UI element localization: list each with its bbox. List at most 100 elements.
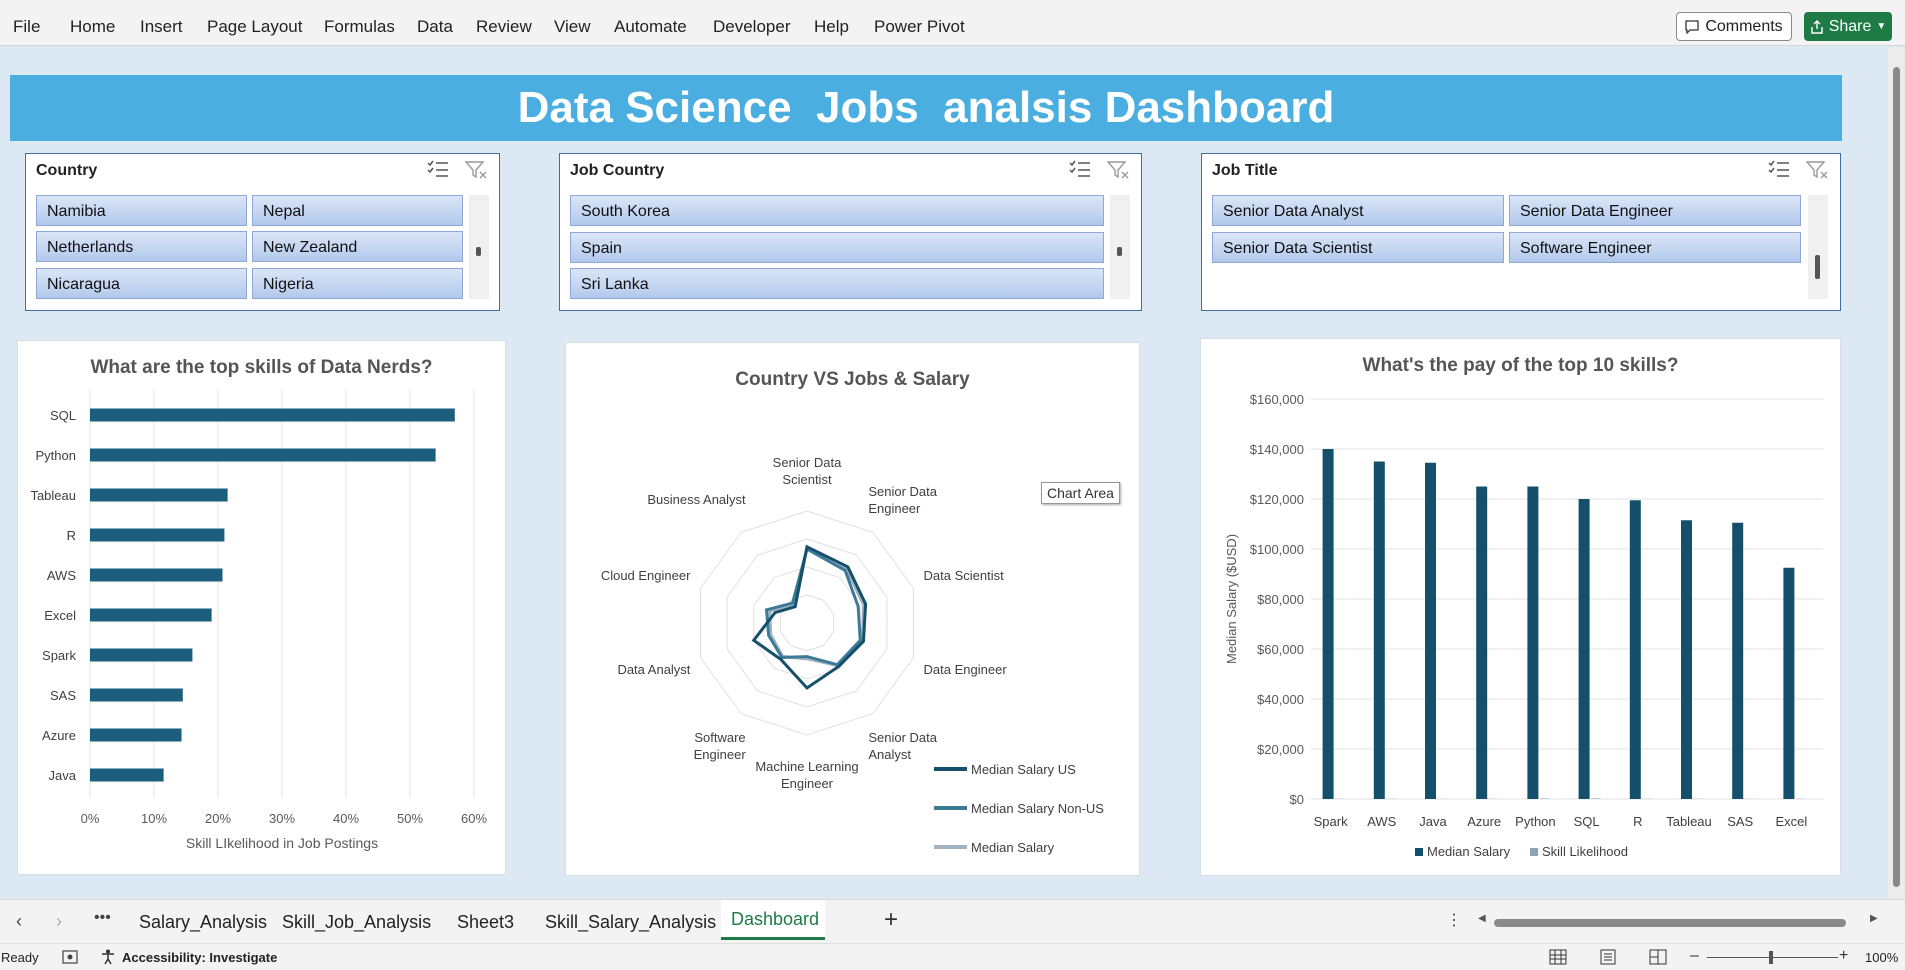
menu-view[interactable]: View [554, 17, 591, 37]
chart-top-skills[interactable]: What are the top skills of Data Nerds? 0… [17, 340, 506, 875]
chevron-down-icon[interactable]: ▼ [1876, 21, 1886, 32]
legend-label: Skill Likelihood [1542, 844, 1628, 859]
x-tick-label: Java [1419, 814, 1447, 829]
menu-file[interactable]: File [13, 17, 40, 37]
menu-insert[interactable]: Insert [140, 17, 183, 37]
y-axis-label: Median Salary ($USD) [1224, 534, 1239, 664]
horizontal-scrollbar[interactable]: ◀ ▶ [1474, 913, 1884, 928]
x-tick-label: SQL [1574, 814, 1600, 829]
chart-country-jobs-salary[interactable]: Country VS Jobs & Salary Senior Data Scie… [565, 342, 1140, 876]
slicer-item[interactable]: Nigeria [252, 268, 463, 299]
slicer-item[interactable]: Senior Data Analyst [1212, 195, 1504, 226]
status-bar: Ready Accessibility: Investigate – + 100… [0, 943, 1905, 970]
clear-filter-icon[interactable] [1806, 160, 1828, 180]
tab-skill-job-analysis[interactable]: Skill_Job_Analysis [282, 912, 431, 933]
ribbon-menu-bar: File Home Insert Page Layout Formulas Da… [0, 0, 1905, 46]
tab-dashboard[interactable]: Dashboard [721, 900, 825, 940]
bar-median-salary [1783, 567, 1795, 799]
menu-page-layout[interactable]: Page Layout [207, 17, 302, 37]
slicer-item[interactable]: Senior Data Engineer [1509, 195, 1801, 226]
slicer-item[interactable]: Senior Data Scientist [1212, 232, 1504, 263]
slicer-item[interactable]: Sri Lanka [570, 268, 1104, 299]
bar-median-salary [1732, 522, 1744, 799]
bar-median-salary [1527, 486, 1539, 799]
scroll-left-icon[interactable]: ‹ [16, 911, 22, 932]
x-tick-label: 10% [141, 811, 167, 826]
tab-skill-salary-analysis[interactable]: Skill_Salary_Analysis [545, 912, 716, 933]
vertical-scrollbar[interactable] [1888, 47, 1905, 899]
y-tick-label: AWS [47, 568, 76, 583]
chart-radar-plot: Senior Data Scientist Senior Data Engineer D… [601, 455, 1104, 855]
zoom-level[interactable]: 100% [1865, 950, 1898, 965]
menu-power-pivot[interactable]: Power Pivot [874, 17, 965, 37]
y-tick-label: $0 [1290, 792, 1304, 807]
x-tick-label: Python [1515, 814, 1555, 829]
y-tick-label: Java [49, 768, 77, 783]
tab-salary-analysis[interactable]: Salary_Analysis [139, 912, 267, 933]
multi-select-icon[interactable] [427, 160, 449, 178]
legend-label: Median Salary [971, 840, 1055, 855]
scroll-right-icon[interactable]: › [56, 911, 62, 932]
menu-automate[interactable]: Automate [614, 17, 687, 37]
more-options-icon[interactable]: ⋮ [1446, 910, 1462, 930]
radar-axis-label: Cloud Engineer [601, 568, 691, 583]
x-tick-label: 60% [461, 811, 487, 826]
slicer-item[interactable]: South Korea [570, 195, 1104, 226]
x-tick-label: 0% [81, 811, 100, 826]
x-tick-label: Azure [1467, 814, 1501, 829]
slicer-item[interactable]: Nepal [252, 195, 463, 226]
multi-select-icon[interactable] [1768, 160, 1790, 178]
y-tick-label: Excel [44, 608, 76, 623]
macro-record-icon[interactable] [62, 950, 78, 964]
menu-formulas[interactable]: Formulas [324, 17, 395, 37]
y-tick-label: $120,000 [1250, 492, 1304, 507]
vertical-scroll-thumb[interactable] [1893, 67, 1900, 887]
slicer-item[interactable]: Netherlands [36, 231, 247, 262]
share-button[interactable]: Share ▼ [1804, 12, 1892, 41]
slicer-job-title-title: Job Title [1212, 162, 1278, 179]
accessibility-status[interactable]: Accessibility: Investigate [122, 950, 277, 965]
slicer-item[interactable]: Nicaragua [36, 268, 247, 299]
x-tick-label: 40% [333, 811, 359, 826]
clear-filter-icon[interactable] [465, 160, 487, 180]
status-ready: Ready [1, 950, 39, 965]
comments-button[interactable]: Comments [1676, 12, 1792, 41]
more-sheets-icon[interactable]: ••• [94, 909, 111, 927]
menu-developer[interactable]: Developer [713, 17, 791, 37]
menu-review[interactable]: Review [476, 17, 532, 37]
bar-skill-likelihood [1540, 798, 1550, 799]
slicer-item[interactable]: Spain [570, 232, 1104, 263]
radar-axis-label: Data Analyst [617, 662, 690, 677]
page-layout-view-icon[interactable] [1599, 949, 1617, 965]
sheet-tab-bar: ‹ › ••• Salary_Analysis Skill_Job_Analys… [0, 899, 1905, 943]
menu-data[interactable]: Data [417, 17, 453, 37]
zoom-slider-thumb[interactable] [1769, 951, 1773, 964]
slicer-job-country: Job Country South Korea Spain Sri Lanka [559, 153, 1142, 311]
y-tick-label: Spark [42, 648, 76, 663]
slicer-item[interactable]: New Zealand [252, 231, 463, 262]
accessibility-icon[interactable] [100, 949, 116, 965]
x-tick-label: 50% [397, 811, 423, 826]
add-sheet-icon[interactable]: + [884, 906, 898, 934]
menu-help[interactable]: Help [814, 17, 849, 37]
clear-filter-icon[interactable] [1107, 160, 1129, 180]
normal-view-icon[interactable] [1549, 949, 1567, 965]
x-tick-label: Excel [1776, 814, 1808, 829]
menu-home[interactable]: Home [70, 17, 115, 37]
slicer-item[interactable]: Namibia [36, 195, 247, 226]
zoom-slider[interactable] [1707, 951, 1838, 964]
slicer-scrollbar[interactable] [1808, 195, 1828, 299]
slicer-item[interactable]: Software Engineer [1509, 232, 1801, 263]
zoom-in-icon[interactable]: + [1839, 947, 1848, 965]
chart-pay-top-skills[interactable]: What's the pay of the top 10 skills? $0 $… [1200, 338, 1841, 876]
slicer-scrollbar[interactable] [1110, 195, 1130, 299]
slicer-scrollbar[interactable] [469, 195, 489, 299]
zoom-out-icon[interactable]: – [1690, 947, 1699, 965]
horizontal-scroll-thumb[interactable] [1494, 919, 1846, 927]
radar-axis-label: Senior Data Analyst [868, 730, 937, 762]
page-break-view-icon[interactable] [1649, 949, 1667, 965]
multi-select-icon[interactable] [1069, 160, 1091, 178]
tab-sheet3[interactable]: Sheet3 [457, 912, 514, 933]
chart-pay-plot: $0 $20,000 $40,000 $60,000 $80,000 $100,000 $1… [1224, 392, 1823, 859]
banner-title: Data Science Jobs analsis Dashboard [517, 83, 1335, 132]
